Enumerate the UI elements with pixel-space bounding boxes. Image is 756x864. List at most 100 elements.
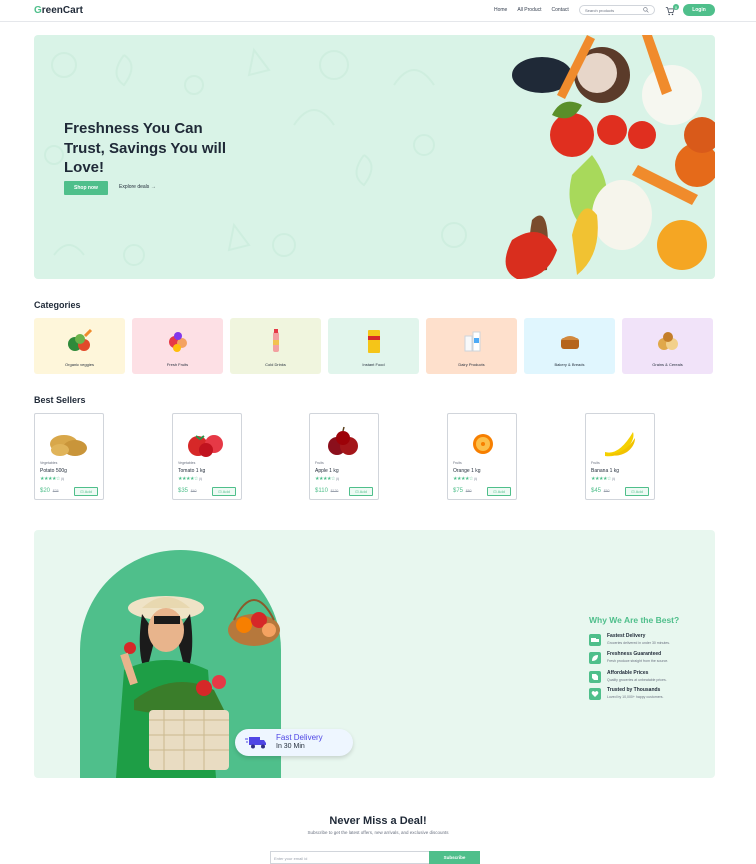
- category-card-dairy-products[interactable]: Dairy Products: [426, 318, 517, 374]
- price-old: $40: [190, 489, 197, 493]
- add-to-cart-button[interactable]: ⊡ Add: [212, 487, 236, 496]
- fruits-icon: [168, 332, 187, 352]
- banana-image: [605, 432, 635, 457]
- add-to-cart-button[interactable]: ⊡ Add: [349, 487, 373, 496]
- price-tag-icon: [589, 671, 601, 683]
- noodles-pack-icon: [367, 330, 380, 353]
- heart-icon: [589, 688, 601, 700]
- category-label: Instant Food: [362, 362, 385, 367]
- product-price: $45 $50: [591, 488, 610, 494]
- add-to-cart-button[interactable]: ⊡ Add: [487, 487, 511, 496]
- why-item-desc: Loved by 10,000+ happy customers.: [607, 695, 664, 699]
- product-category: Vegetables: [178, 461, 196, 465]
- nav-link-contact[interactable]: Contact: [552, 7, 569, 13]
- logo-letter: G: [34, 5, 42, 16]
- add-to-cart-button[interactable]: ⊡ Add: [74, 487, 98, 496]
- category-card-organic-veggies[interactable]: Organic veggies: [34, 318, 125, 374]
- subscribe-button[interactable]: Subscribe: [429, 851, 480, 864]
- hero-title: Freshness You Can Trust, Savings You wil…: [64, 120, 226, 176]
- price-current: $45: [591, 488, 602, 494]
- product-card-apple[interactable]: Fruits Apple 1 kg ★★★★☆(4) $110 $120 ⊡ A…: [309, 413, 379, 500]
- category-card-fresh-fruits[interactable]: Fresh Fruits: [132, 318, 223, 374]
- grains-icon: [657, 332, 678, 350]
- price-old: $50: [603, 489, 610, 493]
- logo[interactable]: G reenCart: [34, 5, 83, 16]
- rating-stars: ★★★★☆(4): [453, 476, 477, 482]
- why-item-desc: Fresh produce straight from the source.: [607, 659, 669, 663]
- cart-button[interactable]: 0: [665, 4, 679, 17]
- potato-image: [50, 435, 87, 456]
- delivery-truck-icon: [589, 634, 601, 646]
- search-placeholder: Search products: [585, 7, 615, 13]
- fast-delivery-line1: Fast Delivery: [276, 733, 323, 742]
- cart-count-badge: 0: [673, 4, 679, 10]
- category-card-bakery-breads[interactable]: Bakery & Breads: [524, 318, 615, 374]
- product-price: $110 $120: [315, 488, 338, 494]
- category-label: Dairy Products: [458, 362, 485, 367]
- add-label: Add: [635, 489, 643, 494]
- arrow-right-icon: →: [150, 184, 156, 190]
- shop-now-button[interactable]: Shop now: [64, 181, 108, 195]
- rating-count: (4): [473, 477, 477, 481]
- search-input[interactable]: Search products: [579, 5, 655, 15]
- nav-link-all-product[interactable]: All Product: [517, 7, 541, 13]
- product-name: Orange 1 kg: [453, 468, 481, 474]
- login-button[interactable]: Login: [683, 4, 715, 16]
- why-item-title: Trusted by Thousands: [607, 687, 661, 693]
- product-card-potato[interactable]: Vegetables Potato 500g ★★★★☆(4) $20 $25 …: [34, 413, 104, 500]
- search-icon[interactable]: [643, 7, 649, 13]
- product-card-orange[interactable]: Fruits Orange 1 kg ★★★★☆(4) $75 $80 ⊡ Ad…: [447, 413, 517, 500]
- category-card-cold-drinks[interactable]: Cold Drinks: [230, 318, 321, 374]
- why-item-freshness: Freshness Guaranteed Fresh produce strai…: [589, 651, 699, 667]
- newsletter-subtitle: Subscribe to get the latest offers, new …: [307, 830, 449, 835]
- rating-stars: ★★★★☆(4): [591, 476, 615, 482]
- email-field[interactable]: Enter your email id: [270, 851, 429, 864]
- product-price: $20 $25: [40, 488, 59, 494]
- vegetables-image: [505, 35, 715, 279]
- why-item-title: Affordable Prices: [607, 670, 649, 676]
- navbar: G reenCart Home All Product Contact Sear…: [0, 0, 756, 22]
- why-item-title: Fastest Delivery: [607, 633, 646, 639]
- product-price: $35 $40: [178, 488, 197, 494]
- category-label: Organic veggies: [65, 362, 94, 367]
- price-current: $75: [453, 488, 464, 494]
- rating-count: (4): [335, 477, 339, 481]
- rating-count: (4): [198, 477, 202, 481]
- explore-deals-link[interactable]: Explore deals →: [119, 184, 156, 190]
- rating-count: (4): [611, 477, 615, 481]
- category-list: Organic veggies Fresh Fruits Cold Drinks…: [34, 318, 715, 374]
- nav-link-home[interactable]: Home: [494, 7, 507, 13]
- product-name: Potato 500g: [40, 468, 67, 474]
- rating-stars: ★★★★☆(4): [40, 476, 64, 482]
- explore-deals-label: Explore deals: [119, 184, 150, 190]
- product-card-banana[interactable]: Fruits Banana 1 kg ★★★★☆(4) $45 $50 ⊡ Ad…: [585, 413, 655, 500]
- add-label: Add: [222, 489, 230, 494]
- hero-banner: Freshness You Can Trust, Savings You wil…: [34, 35, 715, 279]
- product-category: Fruits: [453, 461, 462, 465]
- product-category: Fruits: [315, 461, 324, 465]
- why-item-desc: Groceries delivered in under 30 minutes.: [607, 641, 671, 645]
- logo-text: reenCart: [41, 5, 83, 16]
- category-card-instant-food[interactable]: Instant Food: [328, 318, 419, 374]
- orange-image: [473, 434, 493, 454]
- delivery-truck-icon: [245, 737, 266, 749]
- rating-count: (4): [60, 477, 64, 481]
- why-item-affordable: Affordable Prices Quality groceries at u…: [589, 670, 699, 686]
- newsletter-title: Never Miss a Deal!: [329, 815, 427, 827]
- product-name: Apple 1 kg: [315, 468, 339, 474]
- add-to-cart-button[interactable]: ⊡ Add: [625, 487, 649, 496]
- category-label: Bakery & Breads: [554, 362, 585, 367]
- category-label: Fresh Fruits: [166, 362, 189, 367]
- drink-bottle-icon: [272, 329, 279, 352]
- price-current: $35: [178, 488, 189, 494]
- best-sellers-title: Best Sellers: [34, 395, 86, 405]
- product-category: Fruits: [591, 461, 600, 465]
- add-label: Add: [497, 489, 505, 494]
- categories-title: Categories: [34, 300, 81, 310]
- why-item-desc: Quality groceries at unbeatable prices.: [607, 678, 667, 682]
- category-label: Cold Drinks: [265, 362, 286, 367]
- product-card-tomato[interactable]: Vegetables Tomato 1 kg ★★★★☆(4) $35 $40 …: [172, 413, 242, 500]
- add-label: Add: [359, 489, 367, 494]
- category-card-grains-cereals[interactable]: Grains & Cereals: [622, 318, 713, 374]
- category-label: Grains & Cereals: [652, 362, 683, 367]
